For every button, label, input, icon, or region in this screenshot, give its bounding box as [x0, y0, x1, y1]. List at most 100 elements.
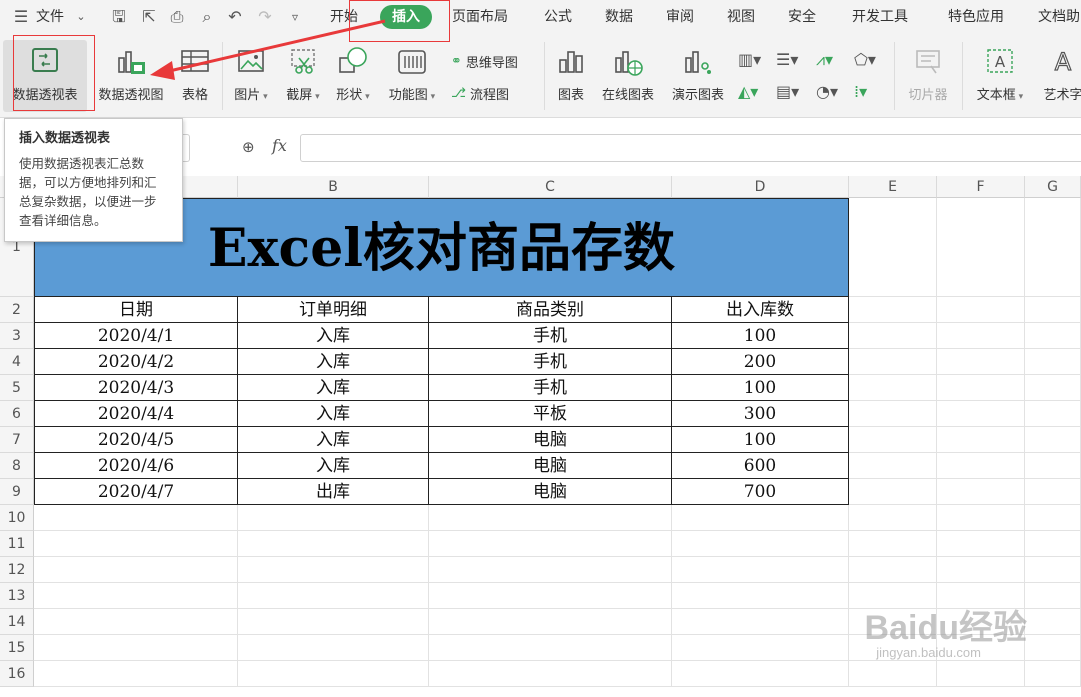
table-cell[interactable]: 2020/4/3: [34, 375, 238, 401]
grid-cell[interactable]: [849, 198, 937, 297]
table-cell[interactable]: 2020/4/4: [34, 401, 238, 427]
column-header-f[interactable]: F: [937, 176, 1025, 198]
grid-cell[interactable]: [429, 557, 672, 583]
grid-cell[interactable]: [937, 323, 1025, 349]
grid-cell[interactable]: [1025, 323, 1081, 349]
grid-cell[interactable]: [238, 583, 429, 609]
table-cell[interactable]: 200: [672, 349, 849, 375]
zoom-search-icon[interactable]: ⊕: [242, 138, 255, 156]
grid-cell[interactable]: [937, 505, 1025, 531]
grid-cell[interactable]: [849, 557, 937, 583]
grid-cell[interactable]: [238, 505, 429, 531]
grid-cell[interactable]: [672, 531, 849, 557]
grid-cell[interactable]: [1025, 583, 1081, 609]
grid-cell[interactable]: [34, 531, 238, 557]
table-cell[interactable]: 手机: [429, 349, 672, 375]
column-header-e[interactable]: E: [849, 176, 937, 198]
table-header-cell[interactable]: 商品类别: [429, 297, 672, 323]
grid-cell[interactable]: [1025, 661, 1081, 687]
row-header[interactable]: 6: [0, 401, 34, 427]
row-header[interactable]: 5: [0, 375, 34, 401]
grid-cell[interactable]: [1025, 505, 1081, 531]
column-header-g[interactable]: G: [1025, 176, 1081, 198]
column-header-d[interactable]: D: [672, 176, 849, 198]
grid-cell[interactable]: [937, 531, 1025, 557]
grid-cell[interactable]: [849, 479, 937, 505]
grid-cell[interactable]: [1025, 297, 1081, 323]
row-header[interactable]: 15: [0, 635, 34, 661]
grid-cell[interactable]: [849, 427, 937, 453]
table-cell[interactable]: 100: [672, 323, 849, 349]
row-header[interactable]: 2: [0, 297, 34, 323]
grid-cell[interactable]: [849, 349, 937, 375]
grid-cell[interactable]: [34, 557, 238, 583]
grid-cell[interactable]: [849, 505, 937, 531]
grid-cell[interactable]: [429, 661, 672, 687]
grid-cell[interactable]: [849, 661, 937, 687]
row-header[interactable]: 3: [0, 323, 34, 349]
grid-cell[interactable]: [238, 661, 429, 687]
grid-cell[interactable]: [849, 453, 937, 479]
table-header-cell[interactable]: 出入库数: [672, 297, 849, 323]
grid-cell[interactable]: [937, 479, 1025, 505]
grid-cell[interactable]: [849, 323, 937, 349]
grid-cell[interactable]: [34, 583, 238, 609]
row-header[interactable]: 8: [0, 453, 34, 479]
grid-cell[interactable]: [238, 635, 429, 661]
grid-cell[interactable]: [937, 349, 1025, 375]
table-cell[interactable]: 手机: [429, 375, 672, 401]
table-cell[interactable]: 入库: [238, 375, 429, 401]
table-cell[interactable]: 电脑: [429, 453, 672, 479]
table-cell[interactable]: 入库: [238, 401, 429, 427]
table-cell[interactable]: 2020/4/2: [34, 349, 238, 375]
grid-cell[interactable]: [34, 505, 238, 531]
grid-cell[interactable]: [1025, 557, 1081, 583]
table-cell[interactable]: 手机: [429, 323, 672, 349]
grid-cell[interactable]: [34, 609, 238, 635]
grid-cell[interactable]: [34, 635, 238, 661]
table-cell[interactable]: 平板: [429, 401, 672, 427]
row-header[interactable]: 7: [0, 427, 34, 453]
grid-cell[interactable]: [238, 609, 429, 635]
row-header[interactable]: 14: [0, 609, 34, 635]
table-cell[interactable]: 电脑: [429, 427, 672, 453]
grid-cell[interactable]: [1025, 479, 1081, 505]
grid-cell[interactable]: [672, 505, 849, 531]
grid-cell[interactable]: [937, 557, 1025, 583]
grid-cell[interactable]: [34, 661, 238, 687]
grid-cell[interactable]: [672, 557, 849, 583]
table-cell[interactable]: 2020/4/7: [34, 479, 238, 505]
table-cell[interactable]: 300: [672, 401, 849, 427]
grid-cell[interactable]: [672, 609, 849, 635]
row-header[interactable]: 16: [0, 661, 34, 687]
grid-cell[interactable]: [1025, 198, 1081, 297]
grid-cell[interactable]: [1025, 401, 1081, 427]
table-cell[interactable]: 2020/4/1: [34, 323, 238, 349]
grid-cell[interactable]: [1025, 375, 1081, 401]
grid-cell[interactable]: [937, 453, 1025, 479]
grid-cell[interactable]: [937, 427, 1025, 453]
table-cell[interactable]: 600: [672, 453, 849, 479]
grid-cell[interactable]: [1025, 453, 1081, 479]
grid-cell[interactable]: [1025, 427, 1081, 453]
row-header[interactable]: 12: [0, 557, 34, 583]
row-header[interactable]: 4: [0, 349, 34, 375]
grid-cell[interactable]: [672, 661, 849, 687]
row-header[interactable]: 11: [0, 531, 34, 557]
grid-cell[interactable]: [1025, 609, 1081, 635]
grid-cell[interactable]: [937, 401, 1025, 427]
row-header[interactable]: 13: [0, 583, 34, 609]
grid-cell[interactable]: [429, 505, 672, 531]
column-header-b[interactable]: B: [238, 176, 429, 198]
grid-cell[interactable]: [672, 635, 849, 661]
grid-cell[interactable]: [672, 583, 849, 609]
formula-input[interactable]: [300, 134, 1081, 162]
table-header-cell[interactable]: 订单明细: [238, 297, 429, 323]
grid-cell[interactable]: [1025, 635, 1081, 661]
grid-cell[interactable]: [849, 297, 937, 323]
grid-cell[interactable]: [1025, 531, 1081, 557]
grid-cell[interactable]: [937, 375, 1025, 401]
table-cell[interactable]: 2020/4/5: [34, 427, 238, 453]
table-cell[interactable]: 2020/4/6: [34, 453, 238, 479]
table-cell[interactable]: 入库: [238, 323, 429, 349]
